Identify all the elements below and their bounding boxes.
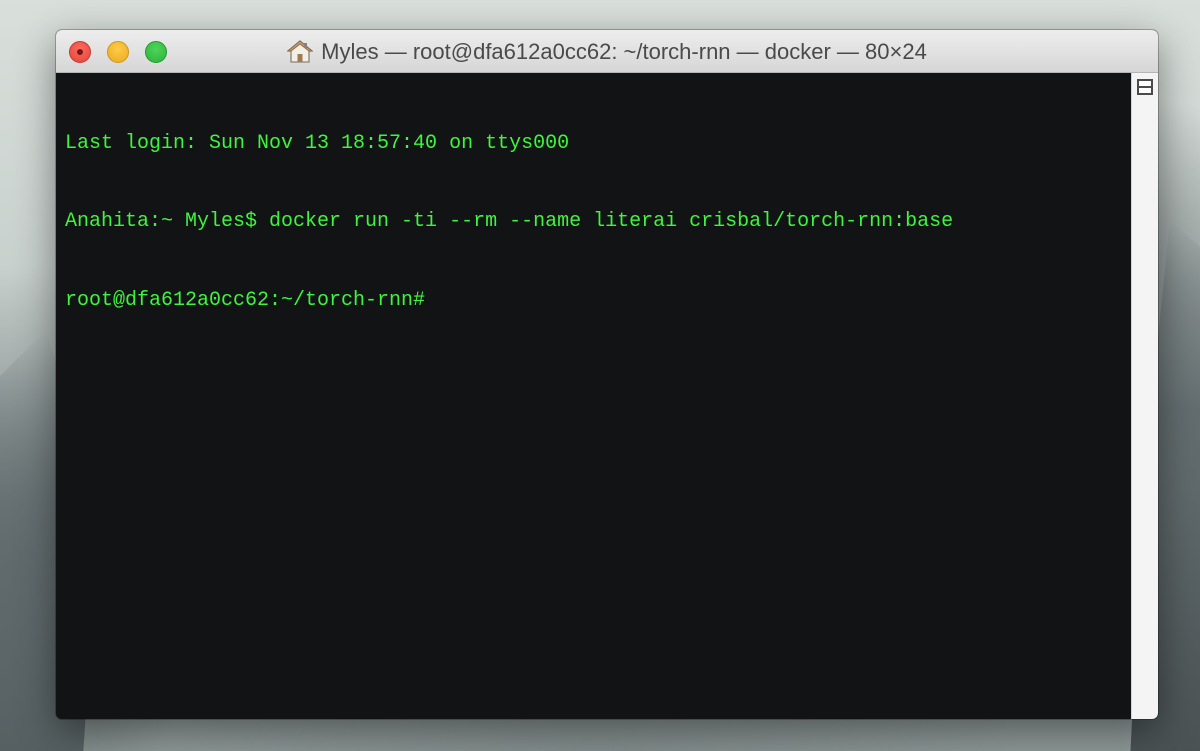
scrollbar[interactable] (1131, 73, 1158, 719)
terminal-line-last-login: Last login: Sun Nov 13 18:57:40 on ttys0… (65, 132, 570, 155)
text-cursor (437, 287, 449, 309)
terminal-window: Myles — root@dfa612a0cc62: ~/torch-rnn —… (56, 30, 1158, 719)
terminal-line-prompt: root@dfa612a0cc62:~/torch-rnn# (65, 287, 1131, 313)
home-icon (286, 39, 314, 63)
window-title-area: Myles — root@dfa612a0cc62: ~/torch-rnn —… (56, 30, 1158, 73)
window-title: Myles — root@dfa612a0cc62: ~/torch-rnn —… (321, 38, 927, 64)
terminal-output[interactable]: Last login: Sun Nov 13 18:57:40 on ttys0… (56, 73, 1131, 719)
terminal-prompt: root@dfa612a0cc62:~/torch-rnn# (65, 289, 438, 312)
title-bar[interactable]: Myles — root@dfa612a0cc62: ~/torch-rnn —… (56, 30, 1158, 73)
terminal-line-docker-command: Anahita:~ Myles$ docker run -ti --rm --n… (65, 210, 954, 233)
split-pane-icon[interactable] (1137, 79, 1153, 95)
